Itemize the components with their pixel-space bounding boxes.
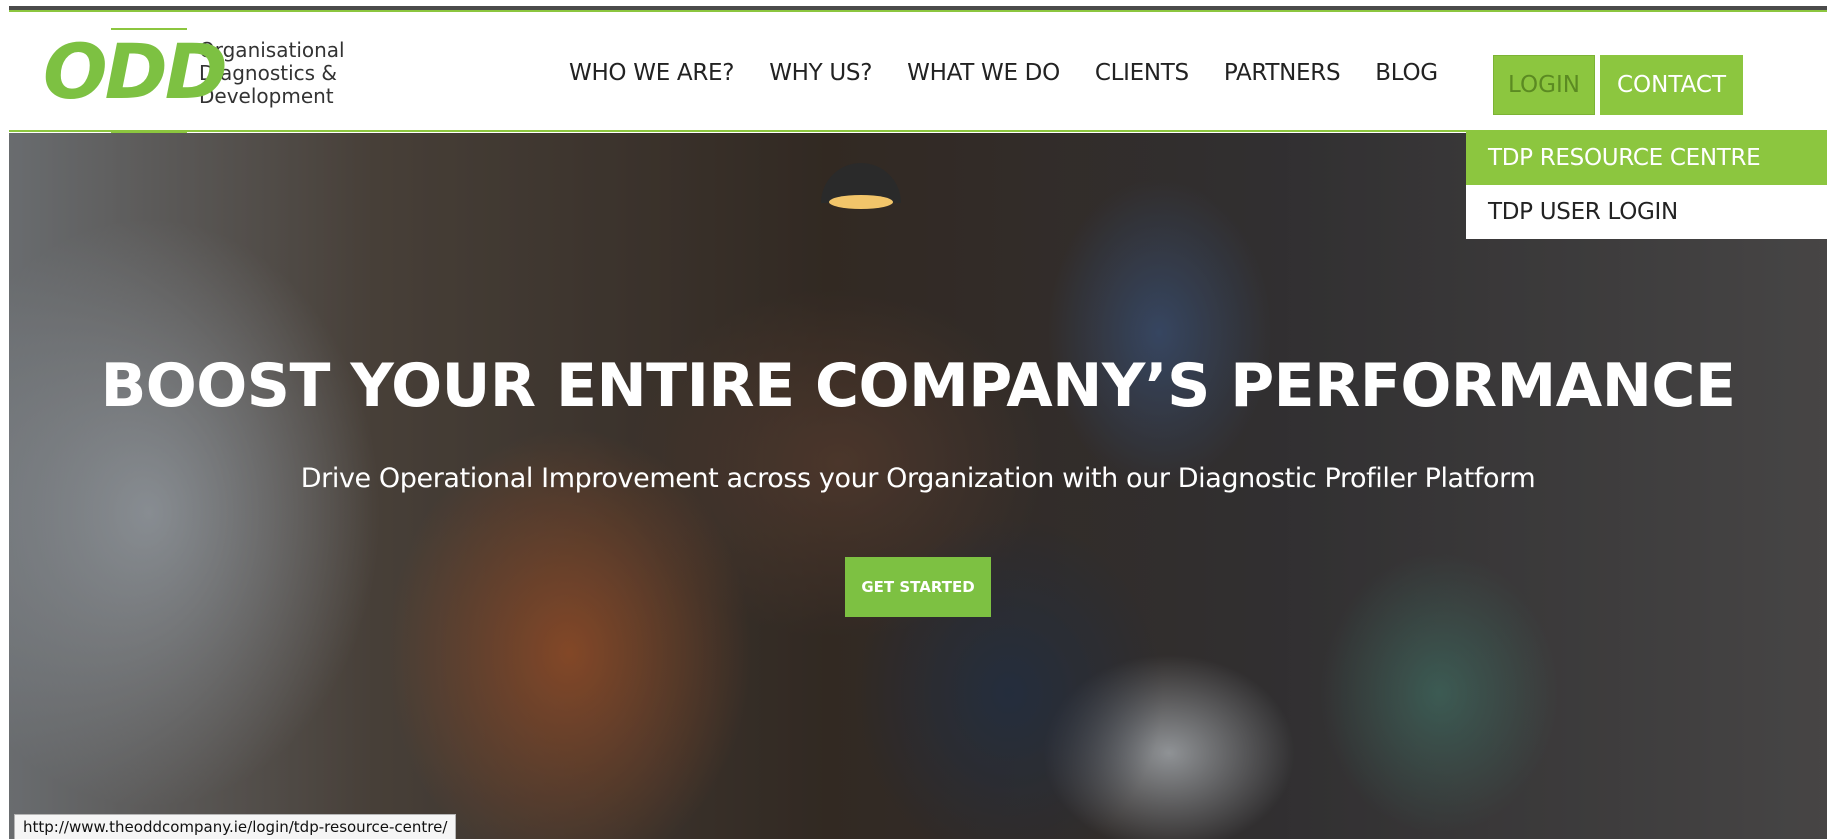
- hero-title: BOOST YOUR ENTIRE COMPANY’S PERFORMANCE: [100, 351, 1736, 421]
- browser-status-bar-url: http://www.theoddcompany.ie/login/tdp-re…: [14, 814, 457, 839]
- nav-blog[interactable]: BLOG: [1375, 60, 1438, 86]
- page-left-margin: [0, 0, 9, 839]
- main-nav: WHO WE ARE? WHY US? WHAT WE DO CLIENTS P…: [569, 60, 1473, 86]
- nav-clients[interactable]: CLIENTS: [1095, 60, 1189, 86]
- contact-button[interactable]: CONTACT: [1600, 55, 1743, 115]
- login-dropdown-menu: TDP RESOURCE CENTRE TDP USER LOGIN: [1466, 131, 1827, 239]
- site-logo[interactable]: ODD Organisational Diagnostics & Develop…: [41, 20, 345, 133]
- get-started-button[interactable]: GET STARTED: [845, 557, 991, 617]
- nav-what-we-do[interactable]: WHAT WE DO: [907, 60, 1060, 86]
- hero-subtitle: Drive Operational Improvement across you…: [300, 463, 1536, 494]
- logo-mark-text: ODD: [43, 27, 228, 116]
- nav-partners[interactable]: PARTNERS: [1224, 60, 1341, 86]
- site-header: ODD Organisational Diagnostics & Develop…: [9, 12, 1827, 133]
- dropdown-item-tdp-user-login[interactable]: TDP USER LOGIN: [1466, 185, 1827, 239]
- nav-who-we-are[interactable]: WHO WE ARE?: [569, 60, 735, 86]
- login-button[interactable]: LOGIN: [1493, 55, 1595, 115]
- hero-photo-lamp-glow: [829, 195, 893, 209]
- logo-mark: ODD: [41, 20, 228, 133]
- nav-why-us[interactable]: WHY US?: [769, 60, 872, 86]
- dropdown-item-tdp-resource-centre[interactable]: TDP RESOURCE CENTRE: [1466, 131, 1827, 185]
